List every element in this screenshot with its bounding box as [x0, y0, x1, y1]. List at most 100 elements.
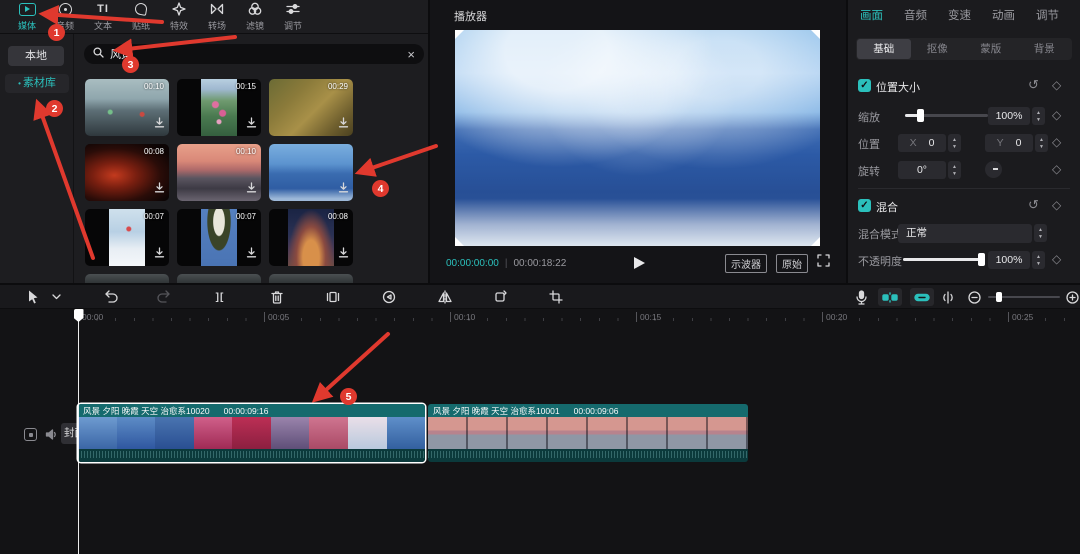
redo-icon[interactable] — [156, 289, 172, 305]
subtab-basic[interactable]: 基础 — [857, 39, 911, 59]
delete-icon[interactable] — [269, 289, 285, 305]
undo-icon[interactable] — [102, 289, 118, 305]
filter-circles-icon — [248, 2, 262, 17]
position-y-stepper[interactable]: ▲▼ — [1035, 134, 1048, 152]
tab-adjust-settings[interactable]: 调节 — [1036, 7, 1059, 23]
position-size-checkbox[interactable]: ✓ — [858, 79, 871, 92]
download-icon[interactable] — [338, 180, 349, 198]
tab-picture[interactable]: 画面 — [860, 7, 883, 23]
reverse-icon[interactable] — [381, 289, 397, 305]
material-thumb-night-arch[interactable]: 00:08 — [269, 209, 353, 266]
scope-button[interactable]: 示波器 — [725, 254, 767, 273]
record-voiceover-icon[interactable] — [853, 289, 869, 305]
keyframe-diamond-icon[interactable]: ◇ — [1052, 198, 1061, 212]
download-icon[interactable] — [154, 245, 165, 263]
split-icon[interactable]: ][ — [212, 289, 228, 305]
download-icon[interactable] — [246, 245, 257, 263]
transform-handle[interactable] — [811, 237, 820, 246]
keyframe-diamond-icon[interactable]: ◇ — [1052, 162, 1061, 176]
mirror-icon[interactable] — [437, 289, 453, 305]
blend-checkbox[interactable]: ✓ — [858, 199, 871, 212]
blend-mode-select[interactable]: 正常 — [898, 224, 1032, 243]
material-thumb-fire[interactable]: 00:08 — [85, 144, 169, 201]
opacity-slider[interactable] — [903, 258, 983, 261]
keyframe-diamond-icon[interactable]: ◇ — [1052, 108, 1061, 122]
scale-stepper[interactable]: ▲▼ — [1032, 107, 1045, 125]
material-thumb-snow[interactable]: 00:07 — [85, 209, 169, 266]
download-icon[interactable] — [338, 245, 349, 263]
crop-icon[interactable] — [548, 289, 564, 305]
tab-sticker[interactable]: 贴纸 — [122, 2, 160, 32]
preview-axis-icon[interactable] — [940, 289, 956, 305]
tab-transition[interactable]: 转场 — [198, 2, 236, 32]
material-thumb-sunset-beach[interactable]: 00:10 — [177, 144, 261, 201]
rotate-stepper[interactable]: ▲▼ — [948, 161, 961, 179]
timeline-clip-2[interactable]: 风景 夕阳 晚霞 天空 治愈系10001 00:00:09:06 — [428, 404, 748, 462]
transform-handle[interactable] — [811, 30, 820, 39]
timeline-zoom-slider[interactable] — [988, 296, 1060, 298]
position-y-field[interactable]: Y0 — [985, 134, 1033, 152]
select-tool-icon[interactable] — [25, 289, 41, 305]
material-thumb-forest[interactable]: 00:29 — [269, 79, 353, 136]
rotate-icon[interactable] — [492, 289, 508, 305]
material-thumb-city[interactable]: 00:10 — [85, 79, 169, 136]
search-input[interactable] — [110, 48, 401, 60]
transform-handle[interactable] — [455, 237, 464, 246]
subtab-mask[interactable]: 蒙版 — [964, 39, 1018, 59]
tab-audio-settings[interactable]: 音频 — [904, 7, 927, 23]
tab-filter[interactable]: 滤镜 — [236, 2, 274, 32]
scale-slider[interactable] — [905, 114, 988, 117]
tab-effects[interactable]: 特效 — [160, 2, 198, 32]
video-preview[interactable] — [455, 30, 820, 246]
clear-search-icon[interactable]: × — [407, 48, 415, 61]
subtab-cutout[interactable]: 抠像 — [911, 39, 965, 59]
position-x-stepper[interactable]: ▲▼ — [948, 134, 961, 152]
download-icon[interactable] — [246, 115, 257, 133]
tab-adjust[interactable]: 调节 — [274, 2, 312, 32]
blend-mode-stepper[interactable]: ▲▼ — [1034, 224, 1047, 242]
keyframe-diamond-icon[interactable]: ◇ — [1052, 135, 1061, 149]
keyframe-diamond-icon[interactable]: ◇ — [1052, 252, 1061, 266]
sidebar-item-library[interactable]: •素材库 — [5, 74, 69, 93]
timeline-ruler[interactable]: 00:00 00:05 00:10 00:15 00:20 00:25 — [0, 309, 1080, 327]
keyframe-diamond-icon[interactable]: ◇ — [1052, 78, 1061, 92]
scale-value[interactable]: 100% — [988, 107, 1030, 125]
tab-text[interactable]: TI 文本 — [84, 2, 122, 32]
timeline-clip-1[interactable]: 风景 夕阳 晚霞 天空 治愈系10020 00:00:09:16 — [78, 404, 425, 462]
tab-animation[interactable]: 动画 — [992, 7, 1015, 23]
opacity-stepper[interactable]: ▲▼ — [1032, 251, 1045, 269]
mute-track-icon[interactable] — [45, 428, 58, 441]
tab-speed[interactable]: 变速 — [948, 7, 971, 23]
auto-snap-icon[interactable] — [878, 288, 902, 306]
position-x-field[interactable]: X0 — [898, 134, 946, 152]
download-icon[interactable] — [246, 180, 257, 198]
play-button[interactable] — [634, 257, 645, 269]
transform-handle[interactable] — [455, 30, 464, 39]
tab-media[interactable]: 媒体 — [8, 2, 46, 32]
zoom-in-icon[interactable] — [1064, 289, 1080, 305]
chevron-down-icon[interactable] — [48, 289, 64, 305]
material-thumb-flowers[interactable]: 00:15 — [177, 79, 261, 136]
reset-icon[interactable]: ↺ — [1028, 77, 1039, 93]
fullscreen-icon[interactable] — [817, 254, 830, 272]
rotate-dial[interactable] — [985, 161, 1002, 178]
text-icon: TI — [97, 2, 109, 17]
reset-icon[interactable]: ↺ — [1028, 197, 1039, 213]
original-quality-button[interactable]: 原始 — [776, 254, 808, 273]
download-icon[interactable] — [154, 115, 165, 133]
track-toggle-icon[interactable] — [24, 428, 37, 441]
download-icon[interactable] — [154, 180, 165, 198]
rotate-value[interactable]: 0° — [898, 161, 946, 179]
opacity-value[interactable]: 100% — [988, 251, 1030, 269]
material-thumb-partial[interactable] — [177, 274, 261, 283]
download-icon[interactable] — [338, 115, 349, 133]
subtab-background[interactable]: 背景 — [1018, 39, 1072, 59]
material-thumb-partial[interactable] — [85, 274, 169, 283]
freeze-frame-icon[interactable] — [325, 289, 341, 305]
material-thumb-tree[interactable]: 00:07 — [177, 209, 261, 266]
link-preview-icon[interactable] — [910, 288, 934, 306]
material-thumb-ocean[interactable] — [269, 144, 353, 201]
zoom-out-icon[interactable] — [966, 289, 982, 305]
material-thumb-partial[interactable] — [269, 274, 353, 283]
sidebar-item-local[interactable]: 本地 — [8, 46, 64, 66]
